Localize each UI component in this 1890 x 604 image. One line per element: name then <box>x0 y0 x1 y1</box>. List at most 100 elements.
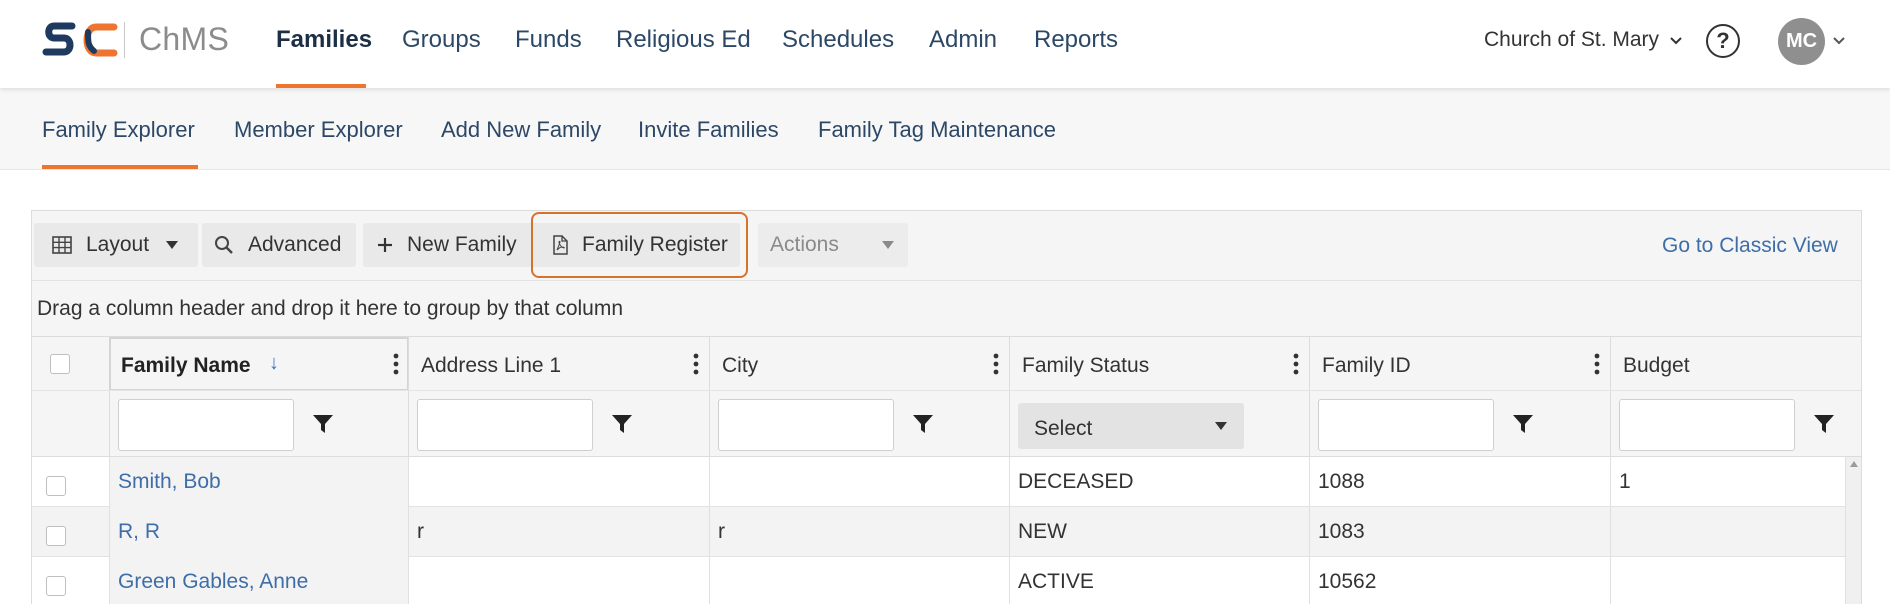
new-family-label: New Family <box>407 233 517 256</box>
column-header-label: Family ID <box>1322 354 1411 377</box>
filter-icon[interactable] <box>912 413 934 435</box>
row-checkbox[interactable] <box>46 576 66 596</box>
tab-member-explorer[interactable]: Member Explorer <box>234 117 403 143</box>
group-by-hint: Drag a column header and drop it here to… <box>37 297 624 320</box>
column-menu-icon[interactable] <box>993 353 999 375</box>
column-header-family-status[interactable]: Family Status <box>1009 337 1309 391</box>
active-nav-indicator <box>276 84 366 88</box>
vertical-scrollbar[interactable] <box>1845 457 1861 604</box>
table-row[interactable]: Green Gables, Anne ACTIVE 10562 <box>32 557 1845 604</box>
nav-item-admin[interactable]: Admin <box>929 26 997 54</box>
column-header-label: Budget <box>1623 354 1690 377</box>
column-menu-icon[interactable] <box>1594 353 1600 375</box>
organization-name: Church of St. Mary <box>1484 28 1660 51</box>
filter-input[interactable] <box>118 399 294 451</box>
select-all-checkbox[interactable] <box>50 354 70 374</box>
row-checkbox[interactable] <box>46 526 66 546</box>
tab-family-explorer[interactable]: Family Explorer <box>42 117 195 143</box>
filter-family-status: Select <box>1009 391 1309 457</box>
sort-ascending-icon[interactable]: ↓ <box>269 352 279 375</box>
column-header-label: Address Line 1 <box>421 354 562 377</box>
chevron-down-icon[interactable] <box>1832 36 1846 46</box>
nav-item-funds[interactable]: Funds <box>515 26 582 54</box>
city-cell: r <box>709 507 1009 557</box>
column-header-family-id[interactable]: Family ID <box>1309 337 1610 391</box>
filter-input[interactable] <box>1619 399 1795 451</box>
family-id-cell: 1083 <box>1309 507 1610 557</box>
tab-add-new-family[interactable]: Add New Family <box>441 117 601 143</box>
table-row[interactable]: R, R r r NEW 1083 <box>32 507 1845 557</box>
status-cell: DECEASED <box>1009 457 1309 507</box>
family-name-link[interactable]: Green Gables, Anne <box>109 557 409 604</box>
caret-down-icon <box>166 241 179 249</box>
filter-input[interactable] <box>1318 399 1494 451</box>
address-cell <box>408 557 709 604</box>
grid-filter-row: Select <box>32 390 1861 457</box>
column-header-family-name[interactable]: Family Name ↓ <box>109 337 409 391</box>
column-menu-icon[interactable] <box>393 353 399 375</box>
column-menu-icon[interactable] <box>693 353 699 375</box>
select-all-cell <box>32 337 108 391</box>
row-checkbox[interactable] <box>46 476 66 496</box>
status-filter-select[interactable]: Select <box>1018 403 1244 449</box>
column-header-address[interactable]: Address Line 1 <box>408 337 709 391</box>
nav-item-religious-ed[interactable]: Religious Ed <box>616 26 751 54</box>
active-tab-indicator <box>42 165 198 169</box>
scroll-up-arrow-icon[interactable] <box>1850 461 1858 467</box>
nav-item-groups[interactable]: Groups <box>402 26 481 54</box>
column-menu-icon[interactable] <box>1293 353 1299 375</box>
status-cell: ACTIVE <box>1009 557 1309 604</box>
column-header-label: Family Status <box>1022 354 1150 377</box>
filter-icon[interactable] <box>312 413 334 435</box>
tab-invite-families[interactable]: Invite Families <box>638 117 779 143</box>
filter-icon[interactable] <box>611 413 633 435</box>
status-filter-value: Select <box>1034 417 1093 440</box>
family-name-link[interactable]: R, R <box>109 507 409 557</box>
filter-icon[interactable] <box>1512 413 1534 435</box>
nav-item-reports[interactable]: Reports <box>1034 26 1118 54</box>
layout-label: Layout <box>86 233 150 256</box>
family-name-link[interactable]: Smith, Bob <box>109 457 409 507</box>
help-icon[interactable]: ? <box>1706 24 1740 58</box>
group-by-panel[interactable]: Drag a column header and drop it here to… <box>32 280 1861 336</box>
grid-header-row: Family Name ↓ Address Line 1 City Family… <box>32 336 1861 391</box>
row-select-cell <box>32 507 108 557</box>
new-family-button[interactable]: New Family <box>363 223 556 267</box>
column-header-city[interactable]: City <box>709 337 1009 391</box>
budget-cell <box>1610 507 1845 557</box>
column-header-label: City <box>722 354 759 377</box>
column-header-budget[interactable]: Budget <box>1610 337 1845 391</box>
filter-input[interactable] <box>417 399 593 451</box>
plus-icon <box>378 238 392 252</box>
user-avatar[interactable]: MC <box>1778 18 1825 65</box>
column-header-label: Family Name <box>121 354 251 377</box>
caret-down-icon <box>1215 422 1227 430</box>
filter-budget <box>1610 391 1861 457</box>
filter-icon[interactable] <box>1813 413 1835 435</box>
logo-divider <box>124 22 125 58</box>
budget-cell <box>1610 557 1845 604</box>
search-icon <box>215 236 233 254</box>
filter-spacer <box>32 391 108 457</box>
layout-button[interactable]: Layout <box>34 223 198 267</box>
nav-item-schedules[interactable]: Schedules <box>782 26 894 54</box>
caret-down-icon <box>881 241 894 249</box>
highlight-box <box>531 212 748 278</box>
chevron-down-icon <box>1670 37 1682 45</box>
classic-view-link[interactable]: Go to Classic View <box>1662 234 1838 258</box>
filter-input[interactable] <box>718 399 894 451</box>
tab-family-tag-maintenance[interactable]: Family Tag Maintenance <box>818 117 1056 143</box>
advanced-button[interactable]: Advanced <box>202 223 356 267</box>
row-select-cell <box>32 557 108 604</box>
top-navigation: ChMS Families Groups Funds Religious Ed … <box>0 0 1890 88</box>
budget-cell: 1 <box>1610 457 1845 507</box>
table-row[interactable]: Smith, Bob DECEASED 1088 1 <box>32 457 1845 507</box>
grid-toolbar: Layout Advanced New Family Family Regist… <box>32 211 1861 280</box>
grid-rows: Smith, Bob DECEASED 1088 1 R, R r r NEW … <box>32 457 1845 604</box>
city-cell <box>709 457 1009 507</box>
organization-selector[interactable]: Church of St. Mary <box>1484 28 1683 52</box>
actions-dropdown[interactable]: Actions <box>758 223 908 267</box>
grid-icon <box>52 236 72 254</box>
sc-logo-icon[interactable] <box>42 18 120 62</box>
nav-item-families[interactable]: Families <box>276 26 372 54</box>
